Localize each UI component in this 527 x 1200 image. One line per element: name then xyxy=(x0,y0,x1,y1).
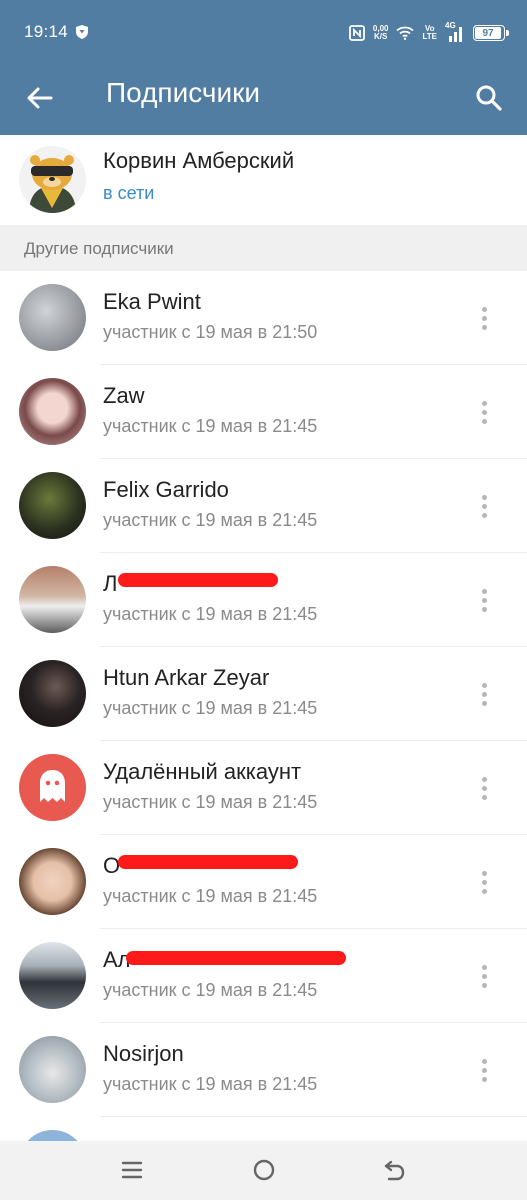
member-name: О xyxy=(103,853,121,878)
more-options-button[interactable] xyxy=(469,678,499,710)
list-item[interactable]: Felix Garrido участник с 19 мая в 21:45 xyxy=(0,459,527,553)
list-item[interactable]: Eka Pwint участник с 19 мая в 21:50 xyxy=(0,271,527,365)
menu-icon xyxy=(121,1161,143,1179)
redaction-mark xyxy=(118,573,278,587)
member-name: Удалённый аккаунт xyxy=(103,759,302,784)
signal-icon xyxy=(449,27,462,42)
member-since: участник с 19 мая в 21:45 xyxy=(103,886,318,906)
list-item[interactable]: Ал участник с 19 мая в 21:45 xyxy=(0,929,527,1023)
status-bar: 19:14 0,00 K/S Vo LTE 4G 97 xyxy=(0,0,527,62)
battery-icon: 97 xyxy=(473,25,509,41)
wifi-icon xyxy=(396,26,415,40)
owner-status: в сети xyxy=(103,183,155,203)
member-since: участник с 19 мая в 21:45 xyxy=(103,604,318,624)
status-time: 19:14 xyxy=(24,22,69,41)
avatar xyxy=(19,566,86,633)
menu-button[interactable] xyxy=(117,1155,147,1185)
more-options-button[interactable] xyxy=(469,772,499,804)
redaction-mark xyxy=(126,951,346,965)
ghost-icon xyxy=(40,770,65,802)
search-button[interactable] xyxy=(469,78,509,118)
member-since: участник с 19 мая в 21:45 xyxy=(103,416,318,436)
member-name: Felix Garrido xyxy=(103,477,229,502)
avatar xyxy=(19,472,86,539)
member-since: участник с 19 мая в 21:45 xyxy=(103,792,318,812)
avatar xyxy=(19,848,86,915)
member-since: участник с 19 мая в 21:45 xyxy=(103,698,318,718)
list-item[interactable]: Htun Arkar Zeyar участник с 19 мая в 21:… xyxy=(0,647,527,741)
search-icon xyxy=(476,85,502,111)
avatar xyxy=(19,660,86,727)
member-list: Eka Pwint участник с 19 мая в 21:50 Zaw … xyxy=(0,271,527,1157)
list-item[interactable]: Удалённый аккаунт участник с 19 мая в 21… xyxy=(0,741,527,835)
section-header: Другие подписчики xyxy=(0,225,527,271)
more-options-button[interactable] xyxy=(469,960,499,992)
avatar xyxy=(19,378,86,445)
list-item[interactable]: Л участник с 19 мая в 21:45 xyxy=(0,553,527,647)
battery-level: 97 xyxy=(482,27,494,39)
more-options-button[interactable] xyxy=(469,396,499,428)
top-bar: 19:14 0,00 K/S Vo LTE 4G 97 Подписчики xyxy=(0,0,527,135)
more-options-button[interactable] xyxy=(469,490,499,522)
cartoon-avatar-icon xyxy=(19,146,86,213)
more-options-button[interactable] xyxy=(469,866,499,898)
avatar xyxy=(19,1036,86,1103)
shield-icon xyxy=(76,25,88,39)
volte-indicator: Vo LTE xyxy=(422,25,437,41)
member-name: Nosirjon xyxy=(103,1041,184,1066)
nav-back-button[interactable] xyxy=(380,1155,410,1185)
member-since: участник с 19 мая в 21:45 xyxy=(103,1074,318,1094)
more-options-button[interactable] xyxy=(469,1054,499,1086)
more-options-button[interactable] xyxy=(469,302,499,334)
member-name: Л xyxy=(103,571,118,596)
app-bar: Подписчики xyxy=(0,62,527,135)
owner-name: Корвин Амберский xyxy=(103,148,295,173)
nfc-icon xyxy=(349,25,365,41)
avatar xyxy=(19,754,86,821)
page-title: Подписчики xyxy=(106,77,261,108)
member-name: Eka Pwint xyxy=(103,289,201,314)
signal-indicator: 4G xyxy=(445,21,465,42)
status-icons: 0,00 K/S Vo LTE 4G 97 xyxy=(349,20,509,46)
list-item[interactable]: Zaw участник с 19 мая в 21:45 xyxy=(0,365,527,459)
member-name: Zaw xyxy=(103,383,145,408)
member-name: Htun Arkar Zeyar xyxy=(103,665,270,690)
owner-avatar xyxy=(19,146,86,213)
section-label: Другие подписчики xyxy=(24,239,174,258)
owner-row[interactable]: Корвин Амберский в сети xyxy=(0,135,527,225)
volte-bottom: LTE xyxy=(422,32,437,41)
avatar xyxy=(19,284,86,351)
list-item[interactable]: Nosirjon участник с 19 мая в 21:45 xyxy=(0,1023,527,1117)
more-options-button[interactable] xyxy=(469,584,499,616)
home-button[interactable] xyxy=(249,1155,279,1185)
network-speed: 0,00 K/S xyxy=(373,25,389,41)
back-icon xyxy=(384,1160,405,1181)
redaction-mark xyxy=(118,855,298,869)
back-button[interactable] xyxy=(22,80,58,116)
list-item[interactable]: О участник с 19 мая в 21:45 xyxy=(0,835,527,929)
arrow-left-icon xyxy=(27,87,53,109)
member-since: участник с 19 мая в 21:45 xyxy=(103,510,318,530)
speed-unit: K/S xyxy=(374,32,388,41)
member-since: участник с 19 мая в 21:50 xyxy=(103,322,318,342)
member-since: участник с 19 мая в 21:45 xyxy=(103,980,318,1000)
avatar xyxy=(19,942,86,1009)
home-circle-icon xyxy=(253,1159,275,1181)
system-nav-bar xyxy=(0,1141,527,1200)
